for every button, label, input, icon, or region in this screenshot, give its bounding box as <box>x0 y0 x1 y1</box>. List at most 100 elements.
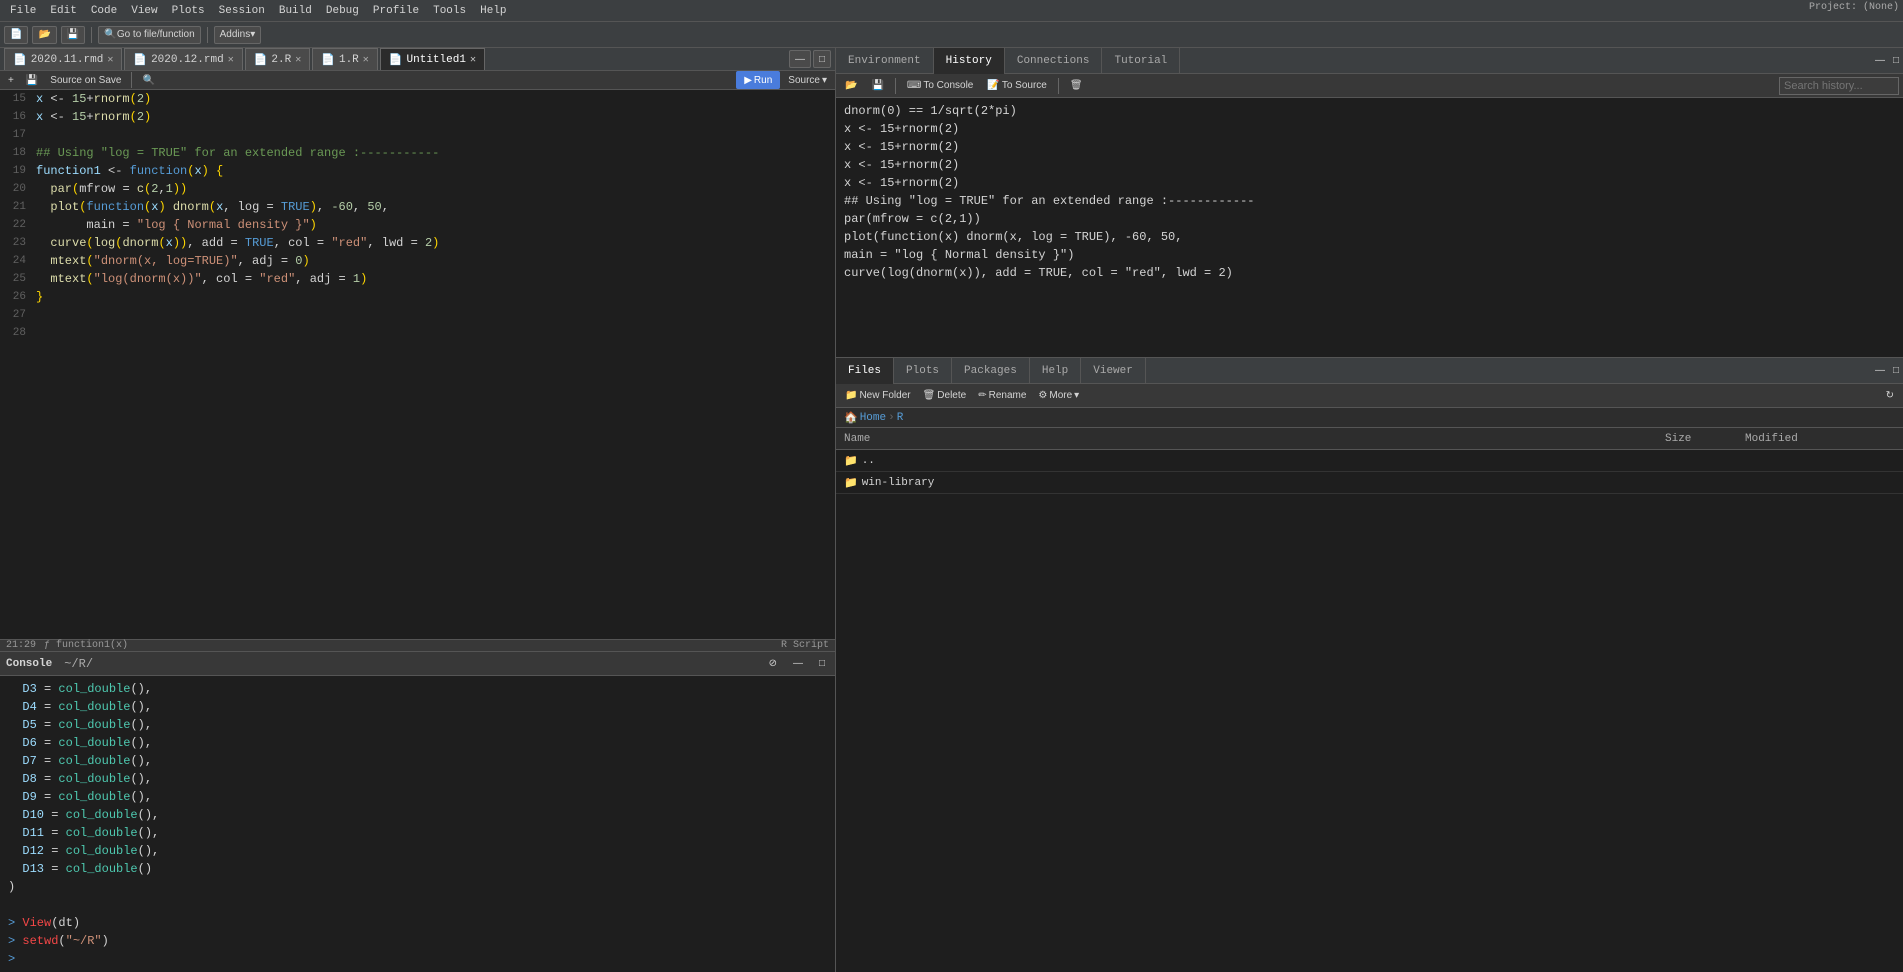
tab-tutorial[interactable]: Tutorial <box>1102 48 1180 74</box>
maximize-files-button[interactable]: □ <box>1889 364 1903 377</box>
history-line[interactable]: x <- 15+rnorm(2) <box>844 138 1895 156</box>
close-icon[interactable]: ✕ <box>107 54 113 66</box>
refresh-files-button[interactable]: ↻ <box>1881 389 1899 402</box>
tab-files[interactable]: Files <box>836 358 894 384</box>
new-script-button[interactable]: + <box>4 74 18 87</box>
files-header: Name Size Modified <box>836 428 1903 450</box>
maximize-editor-button[interactable]: □ <box>813 50 831 68</box>
addins-button[interactable]: Addins ▾ <box>214 26 262 44</box>
history-content[interactable]: dnorm(0) == 1/sqrt(2*pi) x <- 15+rnorm(2… <box>836 98 1903 357</box>
tab-environment[interactable]: Environment <box>836 48 934 74</box>
maximize-right-top-button[interactable]: □ <box>1889 54 1903 67</box>
file-row-win-library[interactable]: 📁 win-library <box>836 472 1903 494</box>
load-history-button[interactable]: 📂 <box>840 79 862 92</box>
history-line[interactable]: curve(log(dnorm(x)), add = TRUE, col = "… <box>844 264 1895 282</box>
tab-history[interactable]: History <box>934 48 1005 74</box>
history-line[interactable]: ## Using "log = TRUE" for an extended ra… <box>844 192 1895 210</box>
menu-item-profile[interactable]: Profile <box>367 3 425 19</box>
source-button[interactable]: Source ▾ <box>784 74 831 87</box>
new-folder-button[interactable]: 📁 New Folder <box>840 389 916 402</box>
breadcrumb-separator: › <box>888 412 895 424</box>
minimize-editor-button[interactable]: — <box>789 50 811 68</box>
tab-packages[interactable]: Packages <box>952 358 1030 384</box>
menu-item-help[interactable]: Help <box>474 3 512 19</box>
more-button[interactable]: ⚙ More ▾ <box>1033 389 1084 402</box>
minimize-console-button[interactable]: — <box>789 657 807 670</box>
tab-label: Help <box>1042 365 1068 377</box>
toolbar-separator-2 <box>207 27 208 43</box>
editor-status-bar: 21:29 ƒ function1(x) R Script <box>0 639 835 651</box>
rename-file-button[interactable]: ✏ Rename <box>973 389 1031 402</box>
tab-untitled1[interactable]: 📄 Untitled1 ✕ <box>380 48 485 70</box>
history-line[interactable]: par(mfrow = c(2,1)) <box>844 210 1895 228</box>
clear-console-button[interactable]: ⊘ <box>765 657 781 670</box>
history-line[interactable]: x <- 15+rnorm(2) <box>844 156 1895 174</box>
tab-connections[interactable]: Connections <box>1005 48 1103 74</box>
close-icon[interactable]: ✕ <box>295 54 301 66</box>
menu-item-plots[interactable]: Plots <box>166 3 211 19</box>
history-line[interactable]: main = "log { Normal density }") <box>844 246 1895 264</box>
history-sep-2 <box>1058 78 1059 94</box>
history-search-input[interactable] <box>1779 77 1899 95</box>
menu-item-build[interactable]: Build <box>273 3 318 19</box>
new-file-button[interactable]: 📄 <box>4 26 28 44</box>
history-line[interactable]: dnorm(0) == 1/sqrt(2*pi) <box>844 102 1895 120</box>
close-icon[interactable]: ✕ <box>228 54 234 66</box>
find-button[interactable]: 🔍 <box>138 74 158 87</box>
tab-2r[interactable]: 📄 2.R ✕ <box>245 48 311 70</box>
save-script-button[interactable]: 💾 <box>22 74 42 87</box>
save-button[interactable]: 💾 <box>61 26 85 44</box>
tab-label: Tutorial <box>1114 55 1167 67</box>
function-name: function1(x) <box>56 640 128 651</box>
editor-content[interactable]: 15 x <- 15+rnorm(2) 16 x <- 15+rnorm(2) … <box>0 90 835 639</box>
console-line: > View(dt) <box>8 914 827 932</box>
save-history-button[interactable]: 💾 <box>866 79 888 92</box>
menu-item-debug[interactable]: Debug <box>320 3 365 19</box>
tab-plots[interactable]: Plots <box>894 358 952 384</box>
tab-icon: 📄 <box>321 53 335 67</box>
tab-1r[interactable]: 📄 1.R ✕ <box>312 48 378 70</box>
console-line: D10 = col_double(), <box>8 806 827 824</box>
close-icon[interactable]: ✕ <box>470 54 476 66</box>
go-to-file-button[interactable]: 🔍 Go to file/function <box>98 26 200 44</box>
history-line[interactable]: x <- 15+rnorm(2) <box>844 120 1895 138</box>
line-content: mtext("log(dnorm(x))", col = "red", adj … <box>32 270 835 288</box>
to-source-button[interactable]: 📝 To Source <box>982 79 1051 92</box>
breadcrumb-link-r[interactable]: R <box>897 412 904 424</box>
console-line: D12 = col_double(), <box>8 842 827 860</box>
menu-item-session[interactable]: Session <box>213 3 271 19</box>
tab-label: Connections <box>1017 55 1090 67</box>
menu-item-edit[interactable]: Edit <box>44 3 82 19</box>
to-console-button[interactable]: ⌨ To Console <box>902 79 978 92</box>
delete-file-button[interactable]: 🗑 Delete <box>918 389 972 402</box>
menu-item-tools[interactable]: Tools <box>427 3 472 19</box>
menu-item-file[interactable]: File <box>4 3 42 19</box>
save-icon: 💾 <box>871 80 883 91</box>
find-icon: 🔍 <box>142 75 154 86</box>
history-sep <box>895 78 896 94</box>
close-icon[interactable]: ✕ <box>363 54 369 66</box>
minimize-right-top-button[interactable]: — <box>1871 54 1889 67</box>
menu-item-code[interactable]: Code <box>85 3 123 19</box>
history-line[interactable]: plot(function(x) dnorm(x, log = TRUE), -… <box>844 228 1895 246</box>
source-on-save-button[interactable]: Source on Save <box>46 74 125 87</box>
open-file-button[interactable]: 📂 <box>32 26 56 44</box>
file-row-parent[interactable]: 📁 .. <box>836 450 1903 472</box>
breadcrumb-link-home[interactable]: Home <box>860 412 886 424</box>
chevron-down-icon: ▾ <box>250 29 255 40</box>
menu-item-view[interactable]: View <box>125 3 163 19</box>
console-content[interactable]: D3 = col_double(), D4 = col_double(), D5… <box>0 676 835 972</box>
history-line[interactable]: x <- 15+rnorm(2) <box>844 174 1895 192</box>
tab-help[interactable]: Help <box>1030 358 1081 384</box>
tab-viewer[interactable]: Viewer <box>1081 358 1146 384</box>
delete-history-button[interactable]: 🗑 <box>1065 79 1088 92</box>
line-number: 16 <box>0 108 32 126</box>
files-content[interactable]: Name Size Modified 📁 .. 📁 win-library <box>836 428 1903 972</box>
line-number: 20 <box>0 180 32 198</box>
tab-2020-12-rmd[interactable]: 📄 2020.12.rmd ✕ <box>124 48 242 70</box>
run-button[interactable]: ▶ Run <box>736 71 780 89</box>
minimize-files-button[interactable]: — <box>1871 364 1889 377</box>
menu-bar: File Edit Code View Plots Session Build … <box>0 0 1903 22</box>
maximize-console-button[interactable]: □ <box>815 657 829 670</box>
tab-2020-11-rmd[interactable]: 📄 2020.11.rmd ✕ <box>4 48 122 70</box>
